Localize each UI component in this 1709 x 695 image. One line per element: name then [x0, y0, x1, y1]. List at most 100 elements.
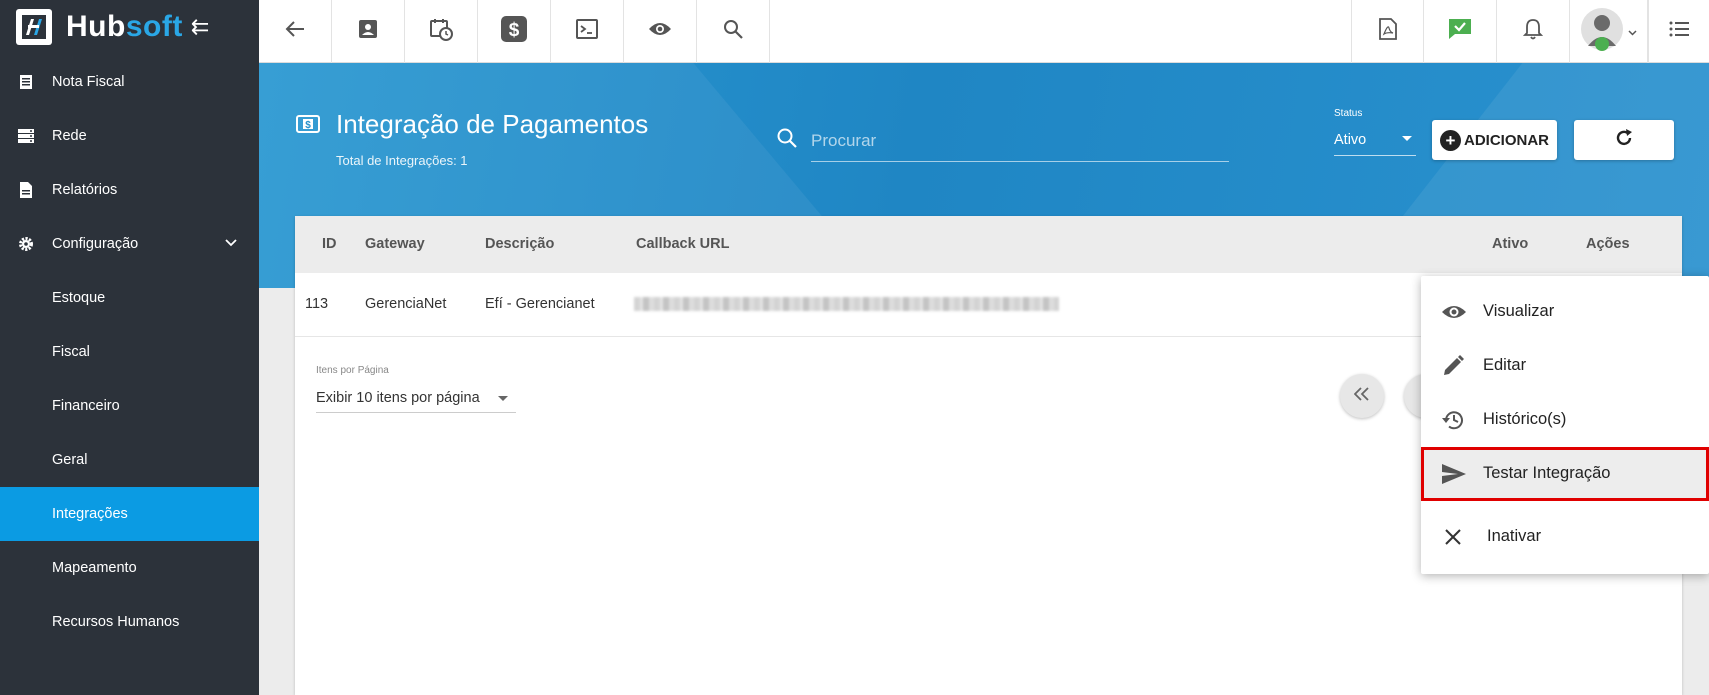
- send-icon: [1441, 462, 1466, 486]
- sidebar-item-label: Configuração: [52, 236, 139, 252]
- sidebar-item-label: Recursos Humanos: [52, 614, 180, 630]
- menu-item-inativar[interactable]: Inativar: [1421, 510, 1709, 564]
- menu-item-label: Visualizar: [1483, 302, 1555, 320]
- double-chevron-left-icon: [1353, 386, 1370, 406]
- brand-header: Hubsoft ⇇: [0, 0, 259, 54]
- collapse-sidebar-icon[interactable]: ⇇: [191, 14, 209, 40]
- page-subtitle: Total de Integrações: 1: [336, 153, 468, 168]
- sidebar-nav: Nota Fiscal Rede Relatórios Configuração…: [0, 55, 259, 649]
- col-header-acoes: Ações: [1586, 236, 1630, 252]
- col-header-descricao[interactable]: Descrição: [485, 236, 554, 252]
- menu-item-label: Histórico(s): [1483, 410, 1567, 428]
- status-select[interactable]: Ativo: [1334, 124, 1416, 156]
- add-button-label: ADICIONAR: [1464, 131, 1549, 149]
- col-header-callback-url[interactable]: Callback URL: [636, 236, 729, 252]
- menu-item-label: Inativar: [1487, 527, 1542, 545]
- menu-item-testar-integracao[interactable]: Testar Integração: [1421, 447, 1709, 501]
- sidebar-item-integracoes[interactable]: Integrações: [0, 487, 259, 541]
- svg-text:$: $: [305, 120, 311, 131]
- caret-down-icon: [1402, 136, 1412, 141]
- close-icon: [1441, 525, 1465, 549]
- add-button[interactable]: + ADICIONAR: [1432, 120, 1557, 160]
- clients-button[interactable]: [332, 0, 405, 63]
- menu-item-historico[interactable]: Histórico(s): [1421, 393, 1709, 447]
- sidebar-item-label: Nota Fiscal: [52, 74, 125, 90]
- status-value: Ativo: [1334, 132, 1367, 148]
- sidebar-item-rede[interactable]: Rede: [0, 109, 259, 163]
- search-icon: [776, 127, 798, 154]
- sidebar-item-label: Relatórios: [52, 182, 118, 198]
- svg-text:$: $: [509, 20, 520, 41]
- col-header-id[interactable]: ID: [322, 236, 337, 252]
- col-header-gateway[interactable]: Gateway: [365, 236, 425, 252]
- chat-button[interactable]: [1424, 0, 1497, 63]
- server-icon: [17, 127, 35, 145]
- chevron-down-icon: [225, 235, 237, 251]
- user-menu[interactable]: [1570, 0, 1648, 63]
- gear-icon: [17, 235, 35, 253]
- items-per-page-value: Exibir 10 itens por página: [316, 390, 480, 406]
- view-button[interactable]: [624, 0, 697, 63]
- first-page-button[interactable]: [1340, 374, 1384, 418]
- schedule-button[interactable]: [405, 0, 478, 63]
- table-header: ID Gateway Descrição Callback URL Ativo …: [295, 216, 1682, 273]
- topbar: $: [259, 0, 1709, 63]
- menu-item-visualizar[interactable]: Visualizar: [1421, 285, 1709, 339]
- user-avatar: [1580, 6, 1624, 57]
- sidebar-item-nota-fiscal[interactable]: Nota Fiscal: [0, 55, 259, 109]
- back-button[interactable]: [259, 0, 332, 63]
- items-per-page-select[interactable]: Exibir 10 itens por página: [316, 383, 516, 413]
- search-icon: [723, 19, 743, 44]
- sidebar-item-relatorios[interactable]: Relatórios: [0, 163, 259, 217]
- back-arrow-icon: [285, 20, 305, 43]
- sidebar: Hubsoft ⇇ Nota Fiscal Rede Relatórios Co…: [0, 0, 259, 695]
- sidebar-item-label: Mapeamento: [52, 560, 137, 576]
- cell-id: 113: [305, 296, 329, 312]
- terminal-button[interactable]: [551, 0, 624, 63]
- list-menu-icon: [1669, 21, 1689, 42]
- pdf-button[interactable]: [1351, 0, 1424, 63]
- terminal-icon: [576, 19, 598, 44]
- search-button[interactable]: [697, 0, 770, 63]
- page-title: Integração de Pagamentos: [336, 109, 649, 139]
- menu-item-label: Testar Integração: [1483, 464, 1611, 482]
- bell-icon: [1522, 18, 1544, 45]
- chevron-down-icon: [1628, 23, 1637, 41]
- sidebar-item-recursos-humanos[interactable]: Recursos Humanos: [0, 595, 259, 649]
- sidebar-item-estoque[interactable]: Estoque: [0, 271, 259, 325]
- cell-descricao: Efí - Gerencianet: [485, 296, 595, 312]
- cell-gateway: GerenciaNet: [365, 296, 447, 312]
- menu-list-button[interactable]: [1648, 0, 1709, 63]
- sidebar-item-label: Integrações: [52, 506, 128, 522]
- financial-button[interactable]: $: [478, 0, 551, 63]
- sidebar-item-financeiro[interactable]: Financeiro: [0, 379, 259, 433]
- plus-circle-icon: +: [1440, 129, 1461, 151]
- col-header-ativo[interactable]: Ativo: [1492, 236, 1528, 252]
- pdf-icon: [1378, 18, 1397, 45]
- search-input[interactable]: [811, 120, 1229, 162]
- refresh-button[interactable]: [1574, 120, 1674, 160]
- row-actions-menu: Visualizar Editar Histórico(s) Testar In…: [1421, 276, 1709, 574]
- items-per-page-label: Itens por Página: [316, 365, 389, 376]
- sidebar-item-fiscal[interactable]: Fiscal: [0, 325, 259, 379]
- sidebar-item-label: Geral: [52, 452, 88, 468]
- pencil-icon: [1441, 354, 1465, 378]
- sidebar-item-label: Estoque: [52, 290, 106, 306]
- caret-down-icon: [498, 396, 508, 401]
- sidebar-item-label: Rede: [52, 128, 87, 144]
- notifications-button[interactable]: [1497, 0, 1570, 63]
- hubsoft-logo[interactable]: [16, 9, 52, 45]
- sidebar-item-geral[interactable]: Geral: [0, 433, 259, 487]
- eye-icon: [1441, 300, 1466, 324]
- document-icon: [17, 73, 35, 91]
- refresh-icon: [1614, 128, 1634, 153]
- chat-check-icon: [1448, 18, 1472, 45]
- calendar-clock-icon: [429, 17, 453, 46]
- contact-card-icon: [358, 19, 378, 44]
- menu-item-editar[interactable]: Editar: [1421, 339, 1709, 393]
- eye-icon: [648, 21, 672, 42]
- sidebar-item-label: Financeiro: [52, 398, 120, 414]
- money-icon: $: [296, 114, 320, 139]
- sidebar-item-mapeamento[interactable]: Mapeamento: [0, 541, 259, 595]
- sidebar-item-configuracao[interactable]: Configuração: [0, 217, 259, 271]
